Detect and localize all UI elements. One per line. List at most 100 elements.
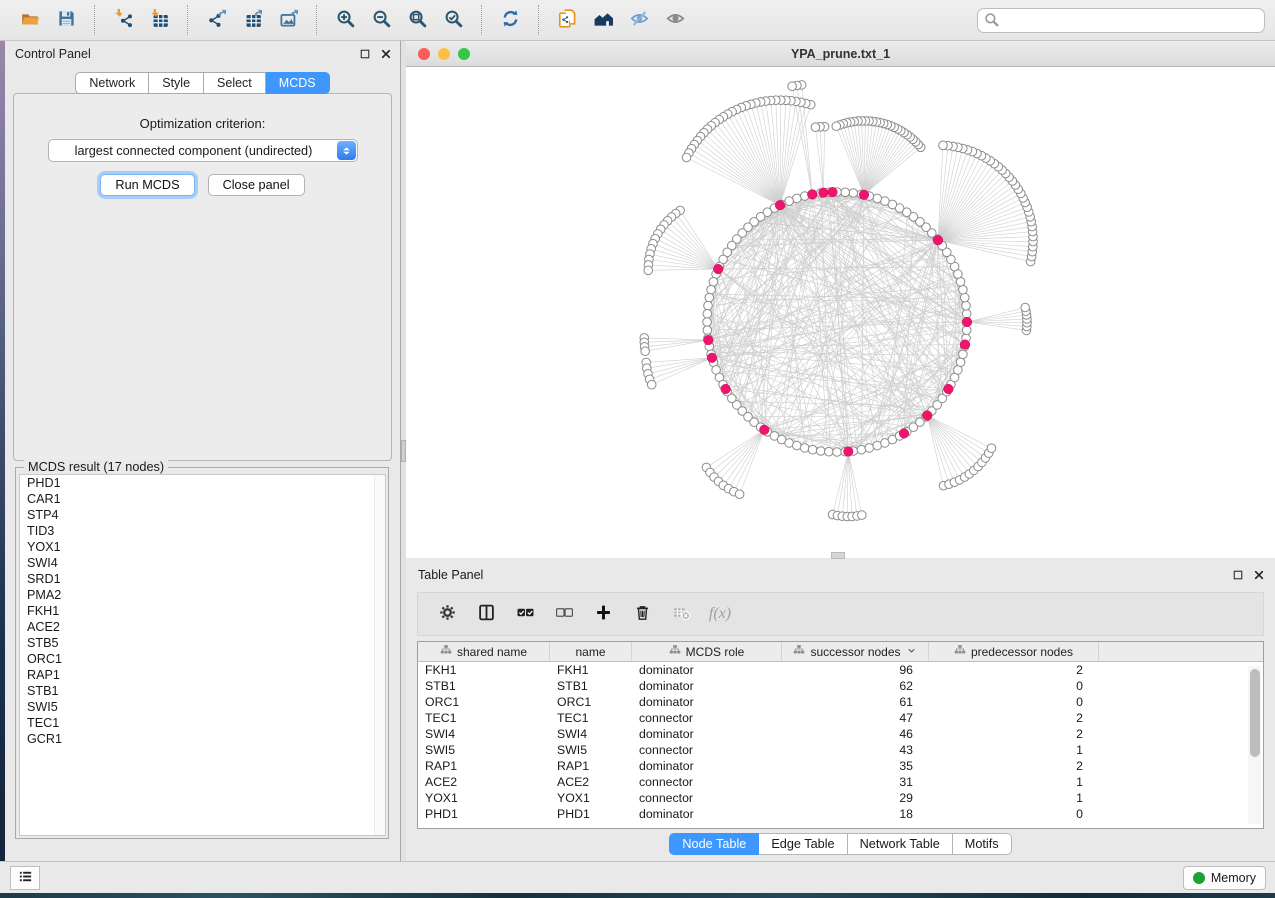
cell-name[interactable]: YOX1 <box>550 790 632 806</box>
cell-name[interactable]: STB1 <box>550 678 632 694</box>
column-header-predecessor-nodes[interactable]: predecessor nodes <box>929 642 1099 661</box>
cell-name[interactable]: ACE2 <box>550 774 632 790</box>
cell-predecessor-nodes[interactable]: 1 <box>929 774 1099 790</box>
cell-successor-nodes[interactable]: 47 <box>782 710 929 726</box>
cell-MCDS-role[interactable]: dominator <box>632 678 782 694</box>
plus-button[interactable] <box>588 599 618 629</box>
cell-successor-nodes[interactable]: 96 <box>782 662 929 678</box>
tab-network-table[interactable]: Network Table <box>848 833 953 855</box>
tab-select[interactable]: Select <box>204 72 266 94</box>
hide-graphics-button[interactable] <box>621 4 657 36</box>
mcds-result-node[interactable]: YOX1 <box>20 539 385 555</box>
cell-successor-nodes[interactable]: 43 <box>782 742 929 758</box>
column-header-name[interactable]: name <box>550 642 632 661</box>
mcds-result-node[interactable]: STB5 <box>20 635 385 651</box>
window-minimize-button[interactable] <box>438 48 450 60</box>
mcds-result-node[interactable]: TID3 <box>20 523 385 539</box>
mcds-result-node[interactable]: GCR1 <box>20 731 385 747</box>
delete-table-button[interactable] <box>666 599 696 629</box>
select-all-button[interactable] <box>510 599 540 629</box>
cell-successor-nodes[interactable]: 31 <box>782 774 929 790</box>
cell-MCDS-role[interactable]: dominator <box>632 694 782 710</box>
cell-MCDS-role[interactable]: connector <box>632 790 782 806</box>
cell-MCDS-role[interactable]: dominator <box>632 726 782 742</box>
task-history-button[interactable] <box>10 866 40 890</box>
mcds-result-node[interactable]: SRD1 <box>20 571 385 587</box>
cell-shared-name[interactable]: TEC1 <box>418 710 550 726</box>
window-maximize-button[interactable] <box>458 48 470 60</box>
cell-predecessor-nodes[interactable]: 2 <box>929 726 1099 742</box>
network-graph[interactable] <box>406 67 1275 557</box>
mcds-result-node[interactable]: STB1 <box>20 683 385 699</box>
mcds-list-scrollbar[interactable] <box>374 475 385 835</box>
cell-predecessor-nodes[interactable]: 2 <box>929 758 1099 774</box>
table-row[interactable]: RAP1RAP1dominator352 <box>418 758 1263 774</box>
cell-successor-nodes[interactable]: 29 <box>782 790 929 806</box>
mcds-result-node[interactable]: PHD1 <box>20 475 385 491</box>
mcds-result-node[interactable]: ACE2 <box>20 619 385 635</box>
float-panel-icon[interactable] <box>358 47 371 60</box>
export-table-button[interactable] <box>234 4 270 36</box>
refresh-layout-button[interactable] <box>492 4 528 36</box>
mcds-result-node[interactable]: CAR1 <box>20 491 385 507</box>
cell-shared-name[interactable]: FKH1 <box>418 662 550 678</box>
network-window-titlebar[interactable]: YPA_prune.txt_1 <box>406 41 1275 67</box>
cell-shared-name[interactable]: ACE2 <box>418 774 550 790</box>
table-row[interactable]: STB1STB1dominator620 <box>418 678 1263 694</box>
deselect-all-button[interactable] <box>549 599 579 629</box>
column-header-MCDS-role[interactable]: MCDS role <box>632 642 782 661</box>
gear-button[interactable] <box>432 599 462 629</box>
table-row[interactable]: SWI5SWI5connector431 <box>418 742 1263 758</box>
cell-successor-nodes[interactable]: 46 <box>782 726 929 742</box>
zoom-selected-button[interactable] <box>435 4 471 36</box>
table-row[interactable]: FKH1FKH1dominator962 <box>418 662 1263 678</box>
memory-button[interactable]: Memory <box>1183 866 1266 890</box>
mcds-result-node[interactable]: FKH1 <box>20 603 385 619</box>
search-input[interactable] <box>999 11 1264 31</box>
zoom-out-button[interactable] <box>363 4 399 36</box>
table-row[interactable]: PHD1PHD1dominator180 <box>418 806 1263 822</box>
mcds-result-node[interactable]: SWI5 <box>20 699 385 715</box>
tab-node-table[interactable]: Node Table <box>669 833 759 855</box>
cell-predecessor-nodes[interactable]: 2 <box>929 662 1099 678</box>
cell-predecessor-nodes[interactable]: 0 <box>929 694 1099 710</box>
cell-shared-name[interactable]: SWI5 <box>418 742 550 758</box>
columns-button[interactable] <box>471 599 501 629</box>
save-button[interactable] <box>48 4 84 36</box>
mcds-result-node[interactable]: TEC1 <box>20 715 385 731</box>
fx-button[interactable]: f(x) <box>705 599 735 629</box>
cell-predecessor-nodes[interactable]: 0 <box>929 678 1099 694</box>
zoom-in-button[interactable] <box>327 4 363 36</box>
export-image-button[interactable] <box>270 4 306 36</box>
tab-network[interactable]: Network <box>75 72 149 94</box>
cell-shared-name[interactable]: ORC1 <box>418 694 550 710</box>
trash-button[interactable] <box>627 599 657 629</box>
tab-mcds[interactable]: MCDS <box>266 72 330 94</box>
mcds-result-node[interactable]: RAP1 <box>20 667 385 683</box>
tab-motifs[interactable]: Motifs <box>953 833 1012 855</box>
cell-shared-name[interactable]: SWI4 <box>418 726 550 742</box>
window-close-button[interactable] <box>418 48 430 60</box>
cell-successor-nodes[interactable]: 18 <box>782 806 929 822</box>
run-mcds-button[interactable]: Run MCDS <box>100 174 194 196</box>
cell-predecessor-nodes[interactable]: 0 <box>929 806 1099 822</box>
open-folder-button[interactable] <box>12 4 48 36</box>
mcds-result-node[interactable]: PMA2 <box>20 587 385 603</box>
cell-MCDS-role[interactable]: dominator <box>632 806 782 822</box>
table-row[interactable]: SWI4SWI4dominator462 <box>418 726 1263 742</box>
cell-successor-nodes[interactable]: 35 <box>782 758 929 774</box>
close-panel-button[interactable]: Close panel <box>208 174 305 196</box>
table-scrollbar-thumb[interactable] <box>1250 669 1260 757</box>
optimization-criterion-dropdown[interactable]: largest connected component (undirected) <box>48 139 358 162</box>
close-panel-icon[interactable] <box>379 47 392 60</box>
cell-name[interactable]: SWI5 <box>550 742 632 758</box>
horizontal-splitter-handle[interactable] <box>831 552 845 559</box>
cell-predecessor-nodes[interactable]: 1 <box>929 742 1099 758</box>
mcds-result-list[interactable]: PHD1CAR1STP4TID3YOX1SWI4SRD1PMA2FKH1ACE2… <box>19 474 386 836</box>
cell-shared-name[interactable]: PHD1 <box>418 806 550 822</box>
cell-shared-name[interactable]: STB1 <box>418 678 550 694</box>
cell-name[interactable]: RAP1 <box>550 758 632 774</box>
cell-successor-nodes[interactable]: 62 <box>782 678 929 694</box>
table-scrollbar[interactable] <box>1248 666 1261 824</box>
cell-MCDS-role[interactable]: connector <box>632 742 782 758</box>
